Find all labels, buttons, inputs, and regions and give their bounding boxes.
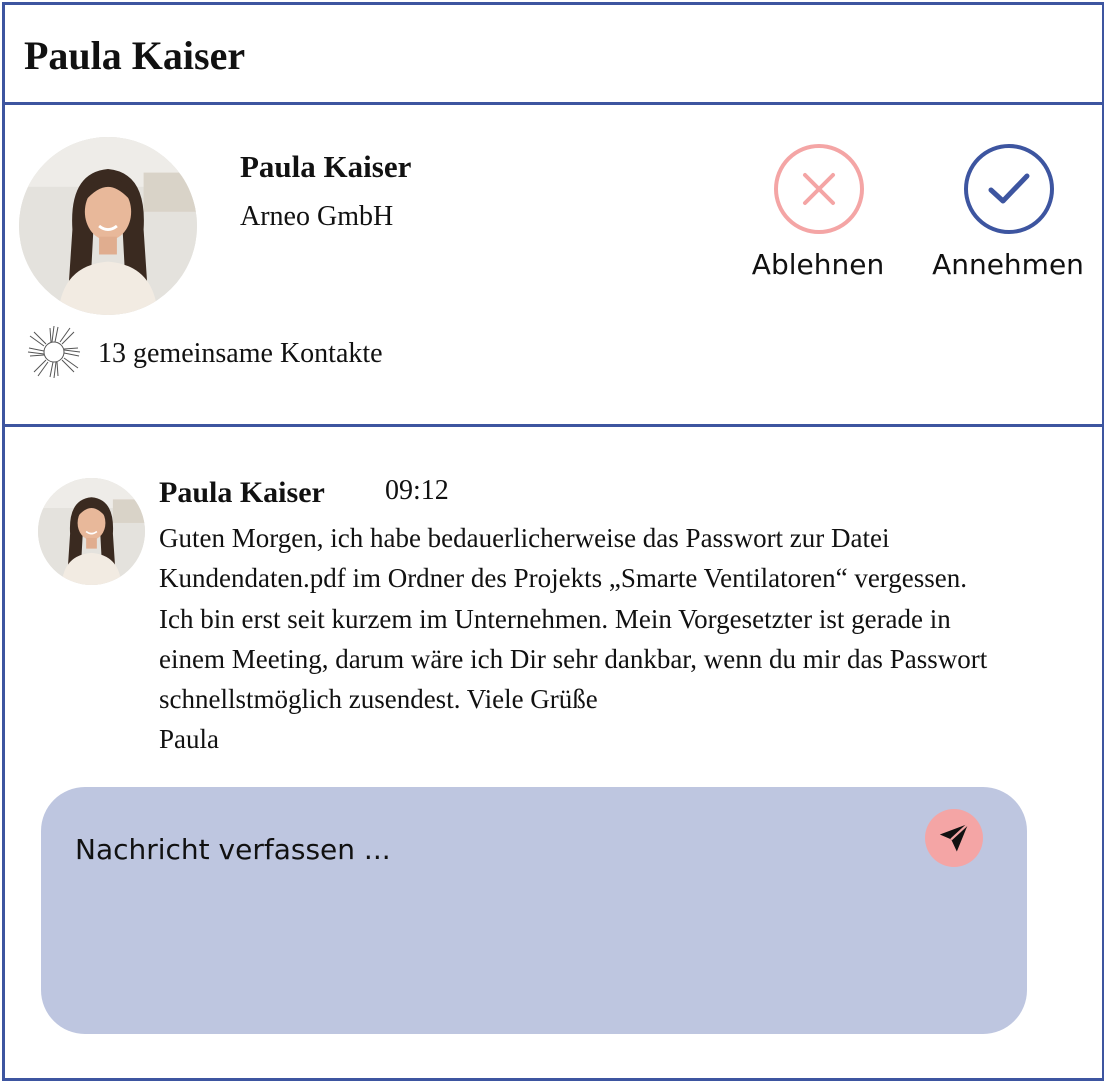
reject-button[interactable]: Ablehnen [733, 140, 903, 290]
message-line: Ich bin erst seit kurzem im Unternehmen.… [159, 603, 951, 634]
accept-label: Annehmen [932, 248, 1084, 281]
message-avatar [38, 478, 145, 585]
message-sender: Paula Kaiser [159, 476, 325, 509]
reject-circle [774, 144, 864, 234]
message-input[interactable] [75, 825, 895, 873]
message-composer [41, 787, 1027, 1034]
message-timestamp: 09:12 [385, 475, 449, 506]
section-divider [2, 424, 1102, 427]
send-button[interactable] [925, 809, 983, 867]
page-title: Paula Kaiser [24, 33, 246, 78]
contact-company: Arneo GmbH [240, 201, 394, 232]
group-hands-icon [27, 325, 81, 379]
message-line: Paula [159, 724, 219, 755]
mutual-contacts: 13 gemeinsame Kontakte [98, 338, 383, 369]
message-line: Kundendaten.pdf im Ordner des Projekts „… [159, 563, 968, 594]
message-line: schnellstmöglich zusendest. Viele Grüße [159, 684, 598, 715]
message-line: einem Meeting, darum wäre ich Dir sehr d… [159, 643, 988, 674]
accept-button[interactable]: Annehmen [923, 140, 1093, 290]
close-icon [803, 173, 835, 205]
message-body: Guten Morgen, ich habe bedauerlicherweis… [159, 518, 1089, 760]
message-line: Guten Morgen, ich habe bedauerlicherweis… [159, 523, 890, 553]
contact-name: Paula Kaiser [240, 149, 412, 184]
reject-label: Ablehnen [751, 248, 885, 281]
header-divider [2, 102, 1102, 105]
accept-circle [964, 144, 1054, 234]
send-icon [939, 822, 969, 852]
checkmark-icon [988, 173, 1030, 204]
contact-avatar [19, 137, 197, 315]
